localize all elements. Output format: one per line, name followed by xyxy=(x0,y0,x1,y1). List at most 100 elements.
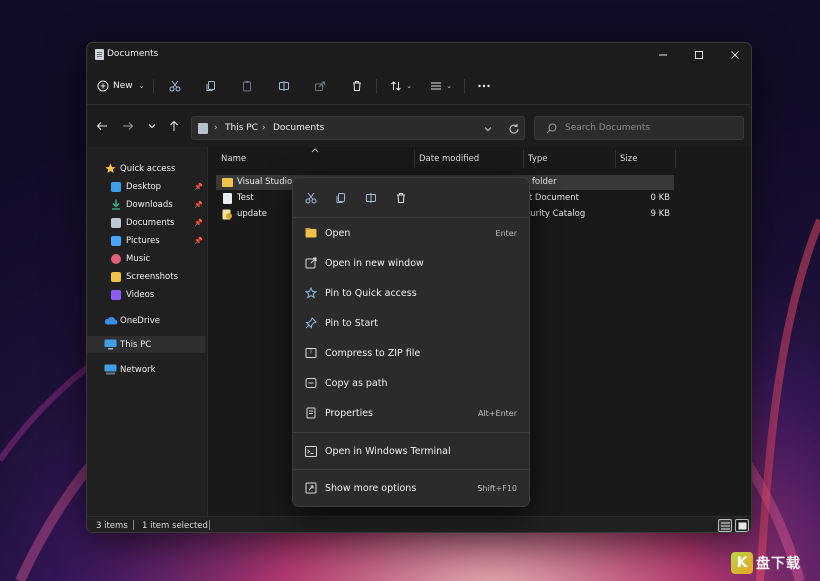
sidebar-item-documents[interactable]: Documents 📌 xyxy=(87,214,205,231)
breadcrumb-this-pc[interactable]: This PC xyxy=(225,123,258,133)
pictures-icon xyxy=(111,235,121,246)
copy-button[interactable] xyxy=(200,77,222,95)
terminal-icon xyxy=(305,445,317,457)
breadcrumb-documents[interactable]: Documents xyxy=(273,123,324,133)
context-cut-button[interactable] xyxy=(300,188,322,208)
menu-item-open-in-new-window[interactable]: Open in new window xyxy=(297,250,525,276)
cut-button[interactable] xyxy=(164,77,186,95)
menu-label: Properties xyxy=(325,408,374,419)
column-divider[interactable] xyxy=(523,150,524,168)
column-header-size[interactable]: Size xyxy=(620,154,637,164)
folder-icon xyxy=(222,178,233,187)
pin-icon: 📌 xyxy=(194,236,203,245)
arrow-up-icon xyxy=(170,120,178,131)
sidebar-item-this-pc[interactable]: This PC xyxy=(87,336,205,353)
status-divider xyxy=(209,520,210,530)
search-input[interactable]: Search Documents xyxy=(534,116,744,140)
open-new-window-icon xyxy=(305,257,317,269)
column-header-date-modified[interactable]: Date modified xyxy=(419,154,479,164)
up-button[interactable] xyxy=(166,119,182,133)
tiles-view-button[interactable] xyxy=(735,519,749,532)
more-options-button[interactable] xyxy=(473,77,495,95)
context-copy-button[interactable] xyxy=(330,188,352,208)
pin-icon xyxy=(305,317,317,329)
delete-button[interactable] xyxy=(346,77,368,95)
documents-icon xyxy=(111,217,121,228)
details-view-button[interactable] xyxy=(718,519,732,532)
star-icon xyxy=(105,163,116,173)
column-divider[interactable] xyxy=(615,150,616,168)
context-rename-button[interactable] xyxy=(360,188,382,208)
menu-divider xyxy=(293,469,529,470)
sidebar-item-network[interactable]: Network xyxy=(87,361,205,378)
properties-icon xyxy=(305,407,317,419)
column-header-name[interactable]: Name xyxy=(221,154,246,164)
sidebar-label-network: Network xyxy=(120,364,156,375)
forward-button[interactable] xyxy=(120,119,136,133)
zip-archive-icon xyxy=(305,347,317,359)
sidebar-item-desktop[interactable]: Desktop 📌 xyxy=(87,178,205,195)
menu-label: Compress to ZIP file xyxy=(325,348,421,359)
menu-item-open[interactable]: Open Enter xyxy=(297,220,525,246)
menu-item-compress-to-zip[interactable]: Compress to ZIP file xyxy=(297,340,525,366)
menu-item-copy-as-path[interactable]: Copy as path xyxy=(297,370,525,396)
menu-divider xyxy=(293,432,529,433)
rename-button[interactable] xyxy=(273,77,295,95)
chevron-down-icon: ⌄ xyxy=(138,82,145,90)
security-catalog-icon xyxy=(222,209,232,220)
watermark-badge: K xyxy=(731,552,753,574)
menu-item-properties[interactable]: Properties Alt+Enter xyxy=(297,400,525,426)
sidebar-item-onedrive[interactable]: OneDrive xyxy=(87,312,205,329)
copy-icon xyxy=(206,81,215,91)
file-name: update xyxy=(237,209,267,219)
view-button[interactable]: ⌄ xyxy=(425,77,457,95)
window-title: Documents xyxy=(107,49,159,59)
close-icon xyxy=(731,51,739,59)
share-button[interactable] xyxy=(309,77,331,95)
sidebar-label-documents: Documents xyxy=(126,217,175,228)
more-icon xyxy=(478,84,490,88)
menu-item-open-in-windows-terminal[interactable]: Open in Windows Terminal xyxy=(297,438,525,464)
back-button[interactable] xyxy=(94,119,110,133)
onedrive-cloud-icon xyxy=(104,316,118,325)
search-placeholder: Search Documents xyxy=(565,123,651,133)
sidebar-item-videos[interactable]: Videos xyxy=(87,286,205,303)
menu-item-pin-to-quick-access[interactable]: Pin to Quick access xyxy=(297,280,525,306)
context-delete-button[interactable] xyxy=(390,188,412,208)
sidebar-item-music[interactable]: Music xyxy=(87,250,205,267)
recent-locations-button[interactable] xyxy=(144,119,160,133)
copy-icon xyxy=(336,193,345,203)
sidebar-item-downloads[interactable]: Downloads 📌 xyxy=(87,196,205,213)
title-bar[interactable]: Documents xyxy=(87,43,751,67)
menu-divider xyxy=(293,217,529,218)
address-bar[interactable]: › This PC › Documents xyxy=(191,116,525,140)
menu-item-pin-to-start[interactable]: Pin to Start xyxy=(297,310,525,336)
sidebar-label-music: Music xyxy=(126,253,151,264)
column-divider[interactable] xyxy=(414,150,415,168)
sort-button[interactable]: ⌄ xyxy=(385,77,417,95)
menu-item-show-more-options[interactable]: Show more options Shift+F10 xyxy=(297,475,525,501)
toolbar-divider xyxy=(376,79,377,93)
maximize-button[interactable] xyxy=(681,43,717,67)
sort-icon xyxy=(391,81,401,91)
share-icon xyxy=(315,81,325,91)
menu-label: Open in new window xyxy=(325,258,424,269)
sidebar-item-pictures[interactable]: Pictures 📌 xyxy=(87,232,205,249)
refresh-icon[interactable] xyxy=(508,123,520,135)
column-divider[interactable] xyxy=(675,150,676,168)
sidebar-label-onedrive: OneDrive xyxy=(120,315,160,326)
cut-icon xyxy=(305,192,317,204)
minimize-icon xyxy=(659,54,667,56)
sidebar-item-quick-access[interactable]: Quick access xyxy=(87,160,205,177)
sidebar-item-screenshots[interactable]: Screenshots xyxy=(87,268,205,285)
new-button[interactable]: New ⌄ xyxy=(97,77,145,95)
chevron-down-icon[interactable] xyxy=(483,124,493,134)
column-header-type[interactable]: Type xyxy=(528,154,548,164)
paste-button[interactable] xyxy=(236,77,258,95)
breadcrumb-separator-icon: › xyxy=(262,123,266,133)
minimize-button[interactable] xyxy=(645,43,681,67)
watermark-text: 盘下载 xyxy=(756,556,801,572)
star-outline-icon xyxy=(305,287,317,299)
toolbar-divider xyxy=(153,79,154,93)
close-button[interactable] xyxy=(717,43,751,67)
